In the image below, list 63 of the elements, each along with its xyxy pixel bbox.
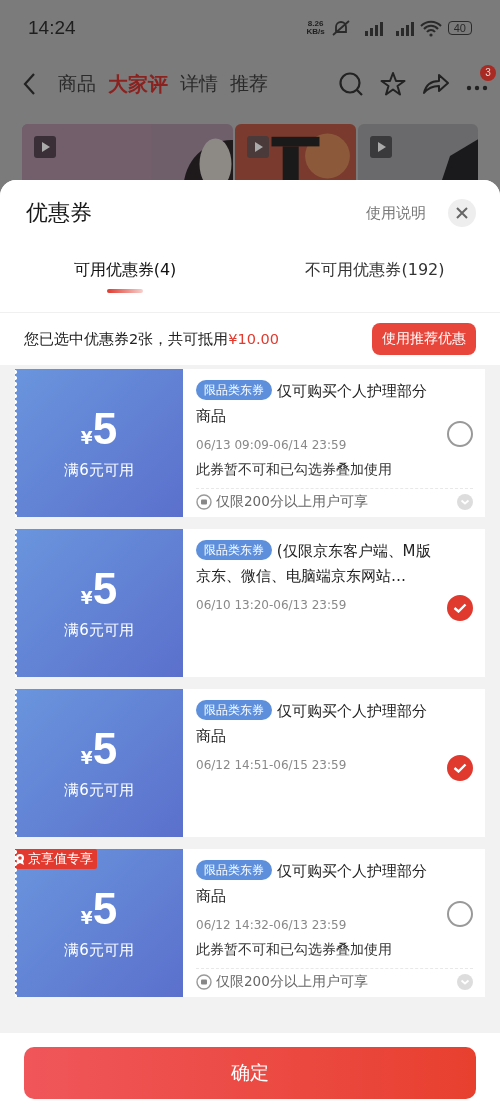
play-icon: [34, 136, 56, 158]
validity-date: 06/12 14:51-06/15 23:59: [196, 758, 348, 772]
check-icon: [453, 603, 467, 613]
category-tag: 限品类东券: [196, 700, 272, 720]
validity-date: 06/12 14:32-06/13 23:59: [196, 918, 348, 932]
coupon-tab[interactable]: 不可用优惠券(192): [250, 260, 500, 304]
play-icon: [247, 136, 269, 158]
category-tag: 限品类东券: [196, 540, 272, 560]
more-icon[interactable]: [466, 85, 488, 91]
star-icon[interactable]: [380, 71, 406, 97]
select-checkbox[interactable]: [447, 595, 473, 621]
select-checkbox[interactable]: [447, 755, 473, 781]
coupon-amount: 5: [92, 886, 118, 931]
coupon-note: 此券暂不可和已勾选券叠加使用: [196, 461, 393, 479]
help-link[interactable]: 使用说明: [366, 203, 426, 223]
coupon-amount: 5: [92, 406, 118, 451]
nav-tab[interactable]: 商品: [58, 70, 96, 98]
select-checkbox[interactable]: [447, 900, 473, 927]
close-button[interactable]: [448, 199, 476, 227]
nav-tab[interactable]: 推荐: [230, 70, 268, 98]
coupon-note: 此券暂不可和已勾选券叠加使用: [196, 941, 393, 959]
coupon-title: 限品类东券 仅可购买个人护理部分商品: [196, 699, 428, 747]
play-icon: [370, 136, 392, 158]
search-icon[interactable]: [338, 71, 364, 97]
validity-date: 06/13 09:09-06/14 23:59: [196, 438, 348, 452]
coupon-condition: 满6元可用: [64, 620, 134, 640]
close-icon: [456, 207, 468, 219]
restriction-text: 仅限200分以上用户可享: [216, 973, 369, 991]
share-icon[interactable]: [422, 72, 450, 96]
nav-tab[interactable]: 详情: [180, 70, 218, 98]
coupon-title: 限品类东券 仅可购买个人护理部分商品: [196, 379, 428, 427]
category-tag: 限品类东券: [196, 380, 272, 400]
confirm-button[interactable]: 确定: [24, 1047, 476, 1099]
coupon-title: 限品类东券 仅可购买个人护理部分商品: [196, 859, 428, 907]
currency-sign: ¥: [80, 587, 93, 608]
notification-badge: 3: [480, 65, 496, 81]
currency-sign: ¥: [80, 907, 93, 928]
validity-date: 06/10 13:20-06/13 23:59: [196, 598, 348, 612]
coupon-condition: 满6元可用: [64, 780, 134, 800]
network-speed: 8.26 KB/s: [306, 20, 325, 36]
check-icon: [453, 763, 467, 773]
coupon-condition: 满6元可用: [64, 940, 134, 960]
restriction-icon: [196, 494, 212, 510]
coupon-tab[interactable]: 可用优惠券(4): [0, 260, 250, 304]
tab-indicator: [107, 289, 143, 293]
currency-sign: ¥: [80, 427, 93, 448]
sheet-title: 优惠券: [26, 199, 93, 227]
coupon-title: 限品类东券 (仅限京东客户端、M版京东、微信、电脑端京东网站…: [196, 539, 432, 587]
recommend-button[interactable]: 使用推荐优惠: [372, 323, 476, 355]
restriction-text: 仅限200分以上用户可享: [216, 493, 369, 511]
coupon-condition: 满6元可用: [64, 460, 134, 480]
back-icon[interactable]: [22, 72, 36, 96]
nav-tab[interactable]: 大家评: [108, 70, 168, 98]
status-time: 14:24: [28, 17, 76, 39]
battery-level: 40: [447, 21, 472, 35]
coupon-amount: 5: [92, 566, 118, 611]
select-checkbox[interactable]: [447, 420, 473, 447]
category-tag: 限品类东券: [196, 860, 272, 880]
wifi-icon: [418, 19, 443, 37]
coupon-amount: 5: [92, 726, 118, 771]
selection-summary: 您已选中优惠券2张，共可抵用¥10.00: [24, 329, 279, 349]
restriction-icon: [196, 974, 212, 990]
currency-sign: ¥: [80, 747, 93, 768]
